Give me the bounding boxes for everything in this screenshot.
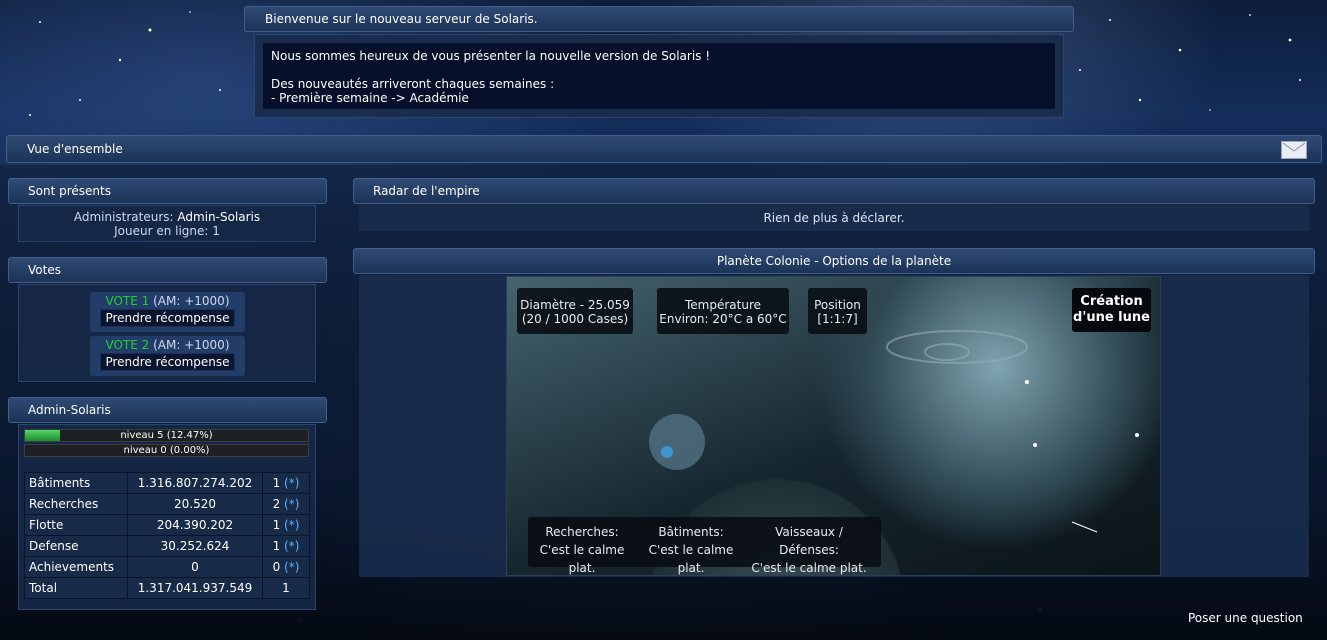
level-progress-bar: niveau 5 (12.47%) — [24, 429, 309, 442]
temperature-label: Température — [684, 298, 761, 312]
planet-header: Planète Colonie - Options de la planète — [353, 248, 1315, 274]
envelope-icon[interactable] — [1281, 141, 1307, 159]
rank-value: 1 — [272, 539, 281, 553]
admins-value[interactable]: Admin-Solaris — [177, 210, 260, 224]
activity-box: Recherches: C'est le calme plat. Bâtimen… — [528, 517, 881, 575]
stat-rank: 1 (*) — [262, 535, 310, 557]
stat-points: 1.316.807.274.202 — [127, 472, 263, 494]
ships-label: Vaisseaux / Défenses: — [775, 525, 843, 557]
welcome-message: Nous sommes heureux de vous présenter la… — [263, 43, 1055, 109]
rank-value: 1 — [272, 518, 281, 532]
player-title: Admin-Solaris — [28, 403, 111, 417]
stat-name: Achievements — [24, 556, 128, 578]
stat-rank: 1 (*) — [262, 514, 310, 536]
present-header: Sont présents — [8, 178, 327, 204]
research-activity: Recherches: C'est le calme plat. — [528, 523, 636, 577]
position-label: Position — [814, 298, 861, 312]
stats-row: Flotte 204.390.202 1 (*) — [24, 514, 310, 536]
temperature-value: Environ: 20°C a 60°C — [659, 312, 787, 326]
level-progress-bar: niveau 0 (0.00%) — [24, 444, 309, 457]
buildings-status: C'est le calme plat. — [648, 543, 734, 575]
rank-value: 0 — [272, 560, 281, 574]
admins-label: Administrateurs: — [73, 210, 174, 224]
vote-item: VOTE 2 (AM: +1000) Prendre récompense — [90, 336, 245, 376]
stats-row: Recherches 20.520 2 (*) — [24, 493, 310, 515]
diameter-value: Diamètre - 25.059 — [520, 298, 630, 312]
vote-label: VOTE 1 — [105, 294, 150, 308]
radar-title: Radar de l'empire — [373, 184, 480, 198]
stat-points: 0 — [127, 556, 263, 578]
welcome-header: Bienvenue sur le nouveau serveur de Sola… — [244, 6, 1074, 32]
diameter-info: Diamètre - 25.059 (20 / 1000 Cases) — [517, 288, 633, 334]
stat-rank: 1 — [262, 577, 310, 599]
position-value: [1:1:7] — [817, 312, 858, 326]
votes-header: Votes — [8, 257, 327, 283]
present-title: Sont présents — [28, 184, 111, 198]
vote-label: VOTE 2 — [105, 338, 150, 352]
stats-row: Defense 30.252.624 1 (*) — [24, 535, 310, 557]
position-info: Position [1:1:7] — [808, 288, 867, 334]
claim-reward-button[interactable]: Prendre récompense — [100, 353, 235, 371]
stat-points: 30.252.624 — [127, 535, 263, 557]
stat-name: Defense — [24, 535, 128, 557]
stats-table: Bâtiments 1.316.807.274.202 1 (*) Recherche… — [24, 472, 310, 599]
online-count: Joueur en ligne: 1 — [114, 224, 220, 238]
level-progress-fill — [25, 430, 61, 441]
buildings-label: Bâtiments: — [658, 525, 724, 539]
rank-value: 2 — [272, 497, 281, 511]
research-status: C'est le calme plat. — [539, 543, 625, 575]
stat-name: Bâtiments — [24, 472, 128, 494]
welcome-line-2: Des nouveautés arriveront chaques semain… — [271, 77, 555, 91]
rank-detail-link[interactable]: (*) — [284, 539, 299, 553]
welcome-box: Nous sommes heureux de vous présenter la… — [254, 34, 1064, 118]
stats-row: Achievements 0 0 (*) — [24, 556, 310, 578]
vote-bonus: (AM: +1000) — [153, 294, 230, 308]
vote-bonus: (AM: +1000) — [153, 338, 230, 352]
stats-row: Total 1.317.041.937.549 1 — [24, 577, 310, 599]
admins-line: Administrateurs: Admin-Solaris — [19, 210, 315, 224]
welcome-line-3: - Première semaine -> Académie — [271, 91, 469, 105]
vote-item: VOTE 1 (AM: +1000) Prendre récompense — [90, 292, 245, 332]
rank-value: 1 — [272, 476, 281, 490]
stat-name: Recherches — [24, 493, 128, 515]
player-header: Admin-Solaris — [8, 397, 327, 423]
stats-row: Bâtiments 1.316.807.274.202 1 (*) — [24, 472, 310, 494]
stat-points: 1.317.041.937.549 — [127, 577, 263, 599]
level-progress-text: niveau 5 (12.47%) — [120, 430, 213, 441]
stat-rank: 2 (*) — [262, 493, 310, 515]
rank-detail-link[interactable]: (*) — [284, 476, 299, 490]
create-moon-button[interactable]: Création d'une lune — [1072, 288, 1151, 332]
rank-detail-link[interactable]: (*) — [284, 560, 299, 574]
stat-points: 204.390.202 — [127, 514, 263, 536]
claim-reward-button[interactable]: Prendre récompense — [100, 309, 235, 327]
overview-header: Vue d'ensemble — [6, 135, 1322, 163]
welcome-title: Bienvenue sur le nouveau serveur de Sola… — [265, 12, 538, 26]
radar-message: Rien de plus à déclarer. — [359, 205, 1309, 231]
research-label: Recherches: — [545, 525, 619, 539]
level-progress-text: niveau 0 (0.00%) — [123, 445, 210, 456]
welcome-line-1: Nous sommes heureux de vous présenter la… — [271, 49, 711, 63]
overview-title: Vue d'ensemble — [27, 142, 123, 156]
stat-rank: 0 (*) — [262, 556, 310, 578]
stat-points: 20.520 — [127, 493, 263, 515]
ask-question-link[interactable]: Poser une question — [1188, 611, 1303, 625]
fields-value: (20 / 1000 Cases) — [521, 312, 629, 326]
stat-rank: 1 (*) — [262, 472, 310, 494]
stat-name: Flotte — [24, 514, 128, 536]
temperature-info: Température Environ: 20°C a 60°C — [657, 288, 789, 334]
create-moon-line-1: Création — [1080, 294, 1143, 309]
rank-value: 1 — [282, 581, 290, 595]
present-panel: Administrateurs: Admin-Solaris Joueur en… — [18, 205, 316, 242]
ships-activity: Vaisseaux / Défenses: C'est le calme pla… — [746, 523, 872, 577]
votes-title: Votes — [28, 263, 61, 277]
create-moon-line-2: d'une lune — [1073, 310, 1150, 325]
rank-detail-link[interactable]: (*) — [284, 497, 299, 511]
ships-status: C'est le calme plat. — [751, 561, 867, 575]
rank-detail-link[interactable]: (*) — [284, 518, 299, 532]
planet-title: Planète Colonie - Options de la planète — [716, 254, 952, 268]
stat-name: Total — [24, 577, 128, 599]
radar-header: Radar de l'empire — [353, 178, 1315, 204]
buildings-activity: Bâtiments: C'est le calme plat. — [636, 523, 746, 577]
